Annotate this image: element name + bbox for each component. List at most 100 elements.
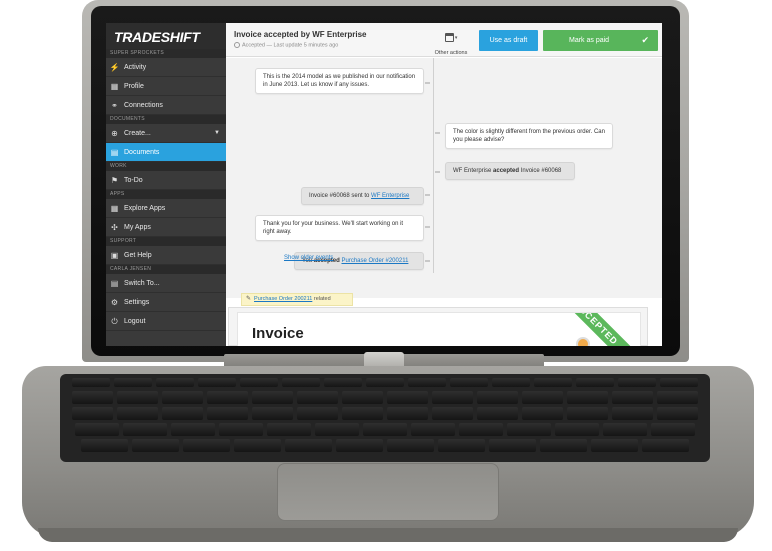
show-older-events-link[interactable]: Show older events [284,255,333,261]
create-icon: ⊕ [111,128,118,138]
keyboard-key [540,439,587,452]
sidebar-item-activity[interactable]: ⚡ Activity [106,58,226,77]
chevron-down-icon: ▼ [214,130,220,136]
page-title: Invoice accepted by WF Enterprise [234,30,367,39]
keyboard-key [477,391,518,404]
mark-as-paid-label: Mark as paid [569,37,610,44]
status-text: Accepted — Last update 5 minutes ago [242,42,339,49]
event-status: accepted [493,168,520,174]
keyboard-key [207,407,248,420]
related-po-link[interactable]: Purchase Order 200211 [254,296,312,302]
section-title-user: CARLA JENSEN [106,265,226,274]
sidebar-item-label: Logout [124,317,146,325]
other-actions-menu[interactable]: ▾ Other actions [431,29,471,56]
calendar-icon [444,33,454,43]
keyboard-key [81,439,128,452]
keyboard-key [387,439,434,452]
keyboard-key [642,439,689,452]
keyboard-key [432,391,473,404]
sidebar-item-logout[interactable]: ⏻ Logout [106,312,226,331]
wf-enterprise-link[interactable]: WF Enterprise [371,193,409,199]
keyboard-key [591,439,638,452]
documents-icon: ▤ [110,147,119,157]
timeline-connector [435,132,440,134]
activity-icon: ⚡ [109,62,120,72]
sidebar-item-connections[interactable]: ⚭ Connections [106,96,226,115]
keyboard-key [342,391,383,404]
keyboard-key [387,407,428,420]
sidebar-item-get-help[interactable]: ▣ Get Help [106,246,226,265]
activity-timeline: This is the 2014 model as we published i… [226,58,662,298]
sidebar-item-documents[interactable]: ▤ Documents [106,143,226,162]
keyboard-key [555,423,599,436]
keyboard-key [267,423,311,436]
keyboard-key [603,423,647,436]
sidebar-item-my-apps[interactable]: ✣ My Apps [106,218,226,237]
invoice-title: Invoice [252,325,304,342]
keyboard-key [324,378,362,387]
keyboard-key [297,407,338,420]
keyboard-key [72,391,113,404]
use-as-draft-button[interactable]: Use as draft [479,30,538,51]
event-text: Invoice #60068 [519,168,562,174]
keyboard-key [450,378,488,387]
sidebar-item-label: My Apps [124,223,151,231]
keyboard-key [198,378,236,387]
invoice-preview: Invoice ACCEPTED [237,312,642,346]
sidebar-item-create[interactable]: ⊕ Create... ▼ [106,124,226,143]
sidebar-item-settings[interactable]: ⚙ Settings [106,293,226,312]
sidebar-item-label: Connections [124,101,163,109]
keyboard-key [114,378,152,387]
keyboard-key [534,378,572,387]
sidebar-item-label: Documents [124,148,160,156]
keyboard-key [72,378,110,387]
event-text: Invoice #60068 sent to [309,193,372,199]
flag-icon: ⚑ [110,175,119,185]
message-bubble: The color is slightly different from the… [445,123,613,149]
sidebar-item-profile[interactable]: ▦ Profile [106,77,226,96]
apps-grid-icon: ▦ [110,203,119,213]
sidebar-item-label: Explore Apps [124,204,166,212]
keyboard-key [252,407,293,420]
keyboard-key [477,407,518,420]
keyboard-key [72,407,113,420]
tradeshift-logo[interactable]: TRADESHIFT [106,23,226,49]
document-status: Accepted — Last update 5 minutes ago [234,42,338,48]
invoice-card: Invoice ACCEPTED [228,307,648,346]
keyboard-key [507,423,551,436]
timeline-connector [425,260,430,262]
other-actions-label: Other actions [434,50,468,56]
stamp-seal-icon [576,337,590,346]
mark-as-paid-button[interactable]: Mark as paid ✔ [543,30,658,51]
keyboard-key [363,423,407,436]
keyboard-key [432,407,473,420]
document-header: Invoice accepted by WF Enterprise Accept… [226,23,662,57]
keyboard-key [297,391,338,404]
event-bubble: WF Enterprise accepted Invoice #60068 [445,162,575,180]
keyboard-key [366,378,404,387]
sidebar-item-explore-apps[interactable]: ▦ Explore Apps [106,199,226,218]
purchase-order-link[interactable]: Purchase Order #200211 [341,258,408,264]
keyboard-key [576,378,614,387]
sidebar-item-label: Settings [124,298,150,306]
keyboard-key [612,391,653,404]
keyboard-key [657,407,698,420]
section-title-apps: APPS [106,190,226,199]
keyboard [60,374,710,462]
keyboard-key [657,391,698,404]
keyboard-key [438,439,485,452]
sidebar-item-todo[interactable]: ⚑ To-Do [106,171,226,190]
timeline-connector [425,226,430,228]
keyboard-key [411,423,455,436]
keyboard-key [162,407,203,420]
keyboard-key [651,423,695,436]
keyboard-key [387,391,428,404]
keyboard-key [183,439,230,452]
sidebar-item-label: Create... [124,129,151,137]
keyboard-key [117,407,158,420]
sidebar-item-switch-to[interactable]: ▤ Switch To... [106,274,226,293]
checkmark-icon: ✔ [641,35,649,45]
section-title-documents: DOCUMENTS [106,115,226,124]
event-text: WF Enterprise [453,168,494,174]
section-title-support: SUPPORT [106,237,226,246]
